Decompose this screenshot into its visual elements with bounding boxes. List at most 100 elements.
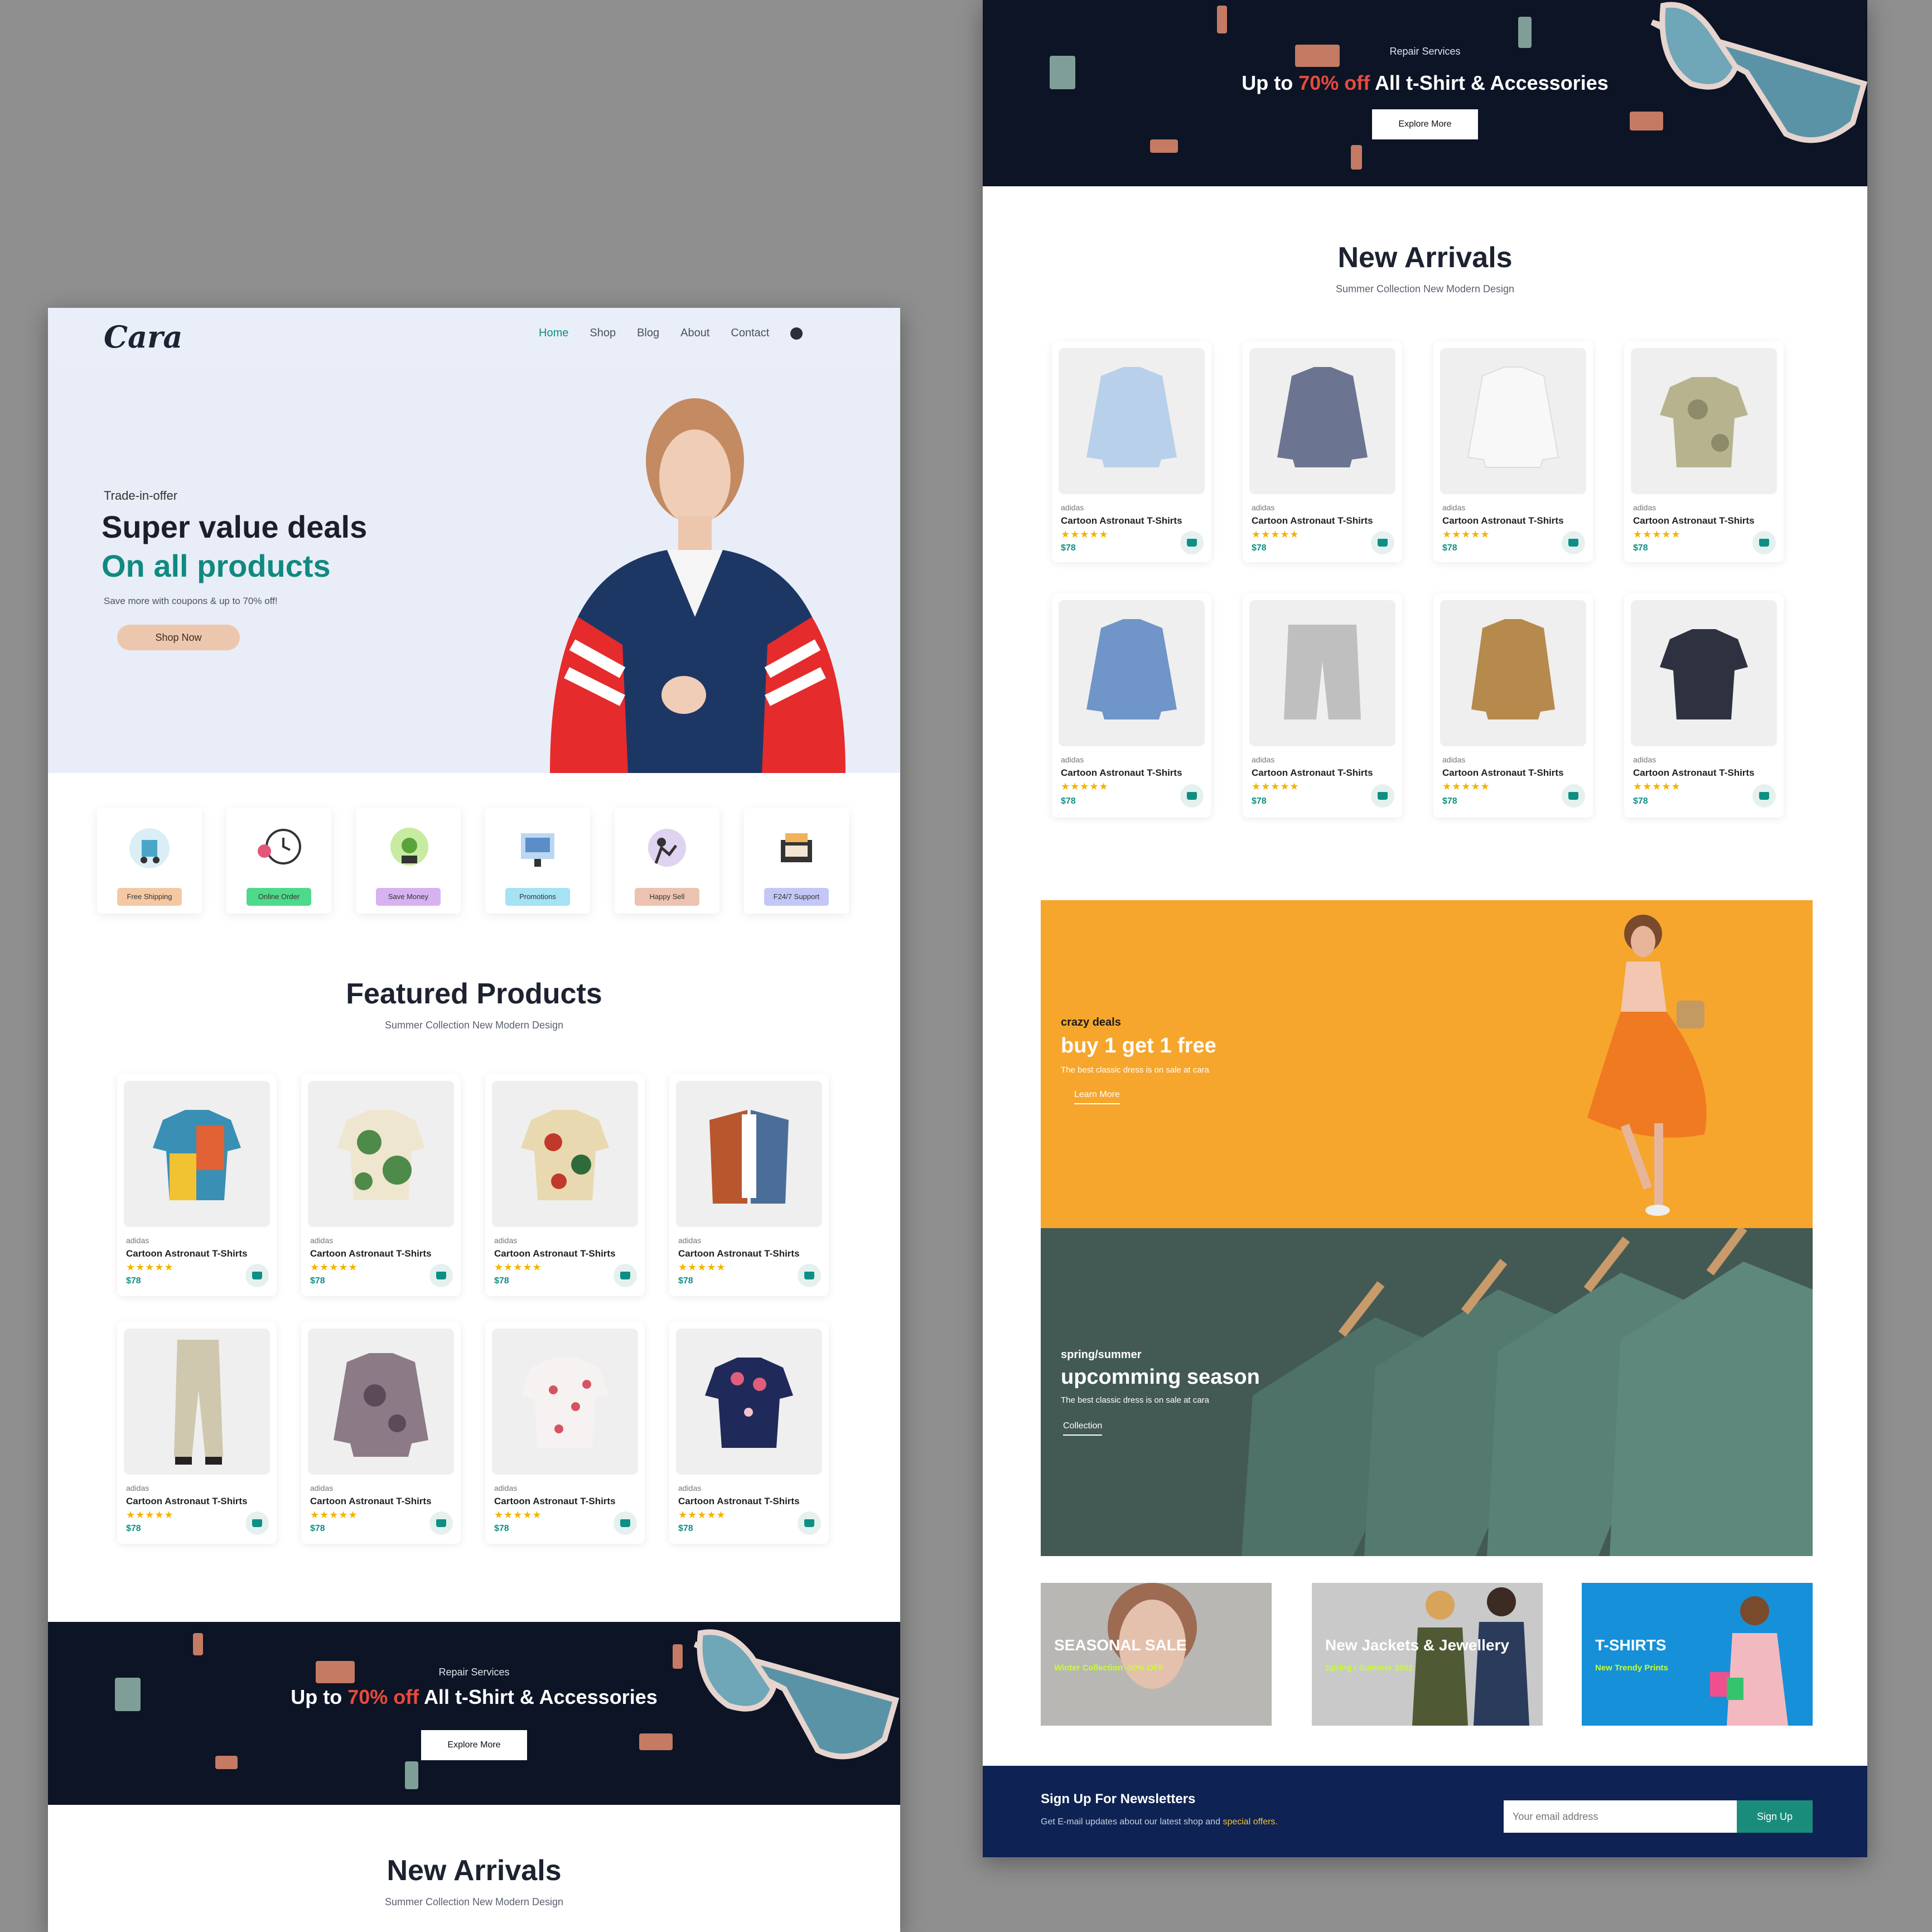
product-price: $78 [1252, 543, 1267, 553]
category-card[interactable]: F24/7 Support [744, 808, 849, 914]
product-rating: ★★★★★ [678, 1262, 726, 1273]
add-to-cart-icon[interactable] [1562, 784, 1585, 808]
add-to-cart-icon[interactable] [1752, 784, 1776, 808]
product-rating: ★★★★★ [310, 1262, 358, 1273]
add-to-cart-icon[interactable] [798, 1511, 821, 1535]
tile-subtitle: Spring / Summer 2022 [1325, 1663, 1413, 1673]
product-brand: adidas [1252, 755, 1275, 764]
learn-more-link[interactable]: Learn More [1074, 1090, 1120, 1104]
hero-eyebrow: Trade-in-offer [104, 489, 178, 503]
product-card[interactable]: adidas Cartoon Astronaut T-Shirts ★★★★★ … [1433, 341, 1593, 562]
category-card[interactable]: Online Order [226, 808, 331, 914]
product-name: Cartoon Astronaut T-Shirts [1442, 515, 1564, 526]
product-card[interactable]: adidas Cartoon Astronaut T-Shirts ★★★★★ … [1243, 341, 1402, 562]
logo[interactable]: Cara [104, 319, 182, 355]
newsletter-email-input[interactable] [1504, 1800, 1737, 1833]
promo-title: buy 1 get 1 free [1061, 1034, 1216, 1057]
product-card[interactable]: adidas Cartoon Astronaut T-Shirts ★★★★★ … [669, 1322, 829, 1544]
product-card[interactable]: adidas Cartoon Astronaut T-Shirts ★★★★★ … [485, 1074, 645, 1296]
product-rating: ★★★★★ [494, 1509, 542, 1520]
cart-icon[interactable] [790, 327, 803, 340]
hero-title: Super value deals [102, 509, 368, 544]
product-brand: adidas [494, 1484, 518, 1493]
product-card[interactable]: adidas Cartoon Astronaut T-Shirts ★★★★★ … [1052, 341, 1211, 562]
product-rating: ★★★★★ [1633, 529, 1681, 540]
product-card[interactable]: adidas Cartoon Astronaut T-Shirts ★★★★★ … [1624, 341, 1784, 562]
product-card[interactable]: adidas Cartoon Astronaut T-Shirts ★★★★★ … [485, 1322, 645, 1544]
product-rating: ★★★★★ [310, 1509, 358, 1520]
product-card[interactable]: adidas Cartoon Astronaut T-Shirts ★★★★★ … [117, 1322, 277, 1544]
promo-eyebrow: spring/summer [1061, 1349, 1142, 1361]
tile-title: New Jackets & Jewellery [1325, 1636, 1509, 1654]
product-card[interactable]: adidas Cartoon Astronaut T-Shirts ★★★★★ … [1624, 593, 1784, 818]
page-preview-right: Repair Services Up to 70% off All t-Shir… [983, 0, 1867, 1857]
category-label: F24/7 Support [764, 888, 829, 906]
product-name: Cartoon Astronaut T-Shirts [1252, 515, 1373, 526]
product-brand: adidas [1633, 503, 1656, 512]
product-name: Cartoon Astronaut T-Shirts [310, 1248, 432, 1259]
add-to-cart-icon[interactable] [798, 1264, 821, 1287]
add-to-cart-icon[interactable] [1180, 531, 1204, 554]
product-card[interactable]: adidas Cartoon Astronaut T-Shirts ★★★★★ … [117, 1074, 277, 1296]
promo-tile-seasonal[interactable]: SEASONAL SALE Winter Collection -50% OFF [1041, 1583, 1272, 1726]
confetti-shape [639, 1733, 673, 1750]
category-card[interactable]: Free Shipping [97, 808, 202, 914]
confetti-shape [193, 1633, 203, 1655]
add-to-cart-icon[interactable] [245, 1264, 269, 1287]
product-image [124, 1329, 270, 1475]
newsletter-subtitle-text: Get E-mail updates about our latest shop… [1041, 1817, 1220, 1827]
banner-headline-prefix: Up to [291, 1685, 342, 1708]
product-card[interactable]: adidas Cartoon Astronaut T-Shirts ★★★★★ … [1243, 593, 1402, 818]
banner-highlight: 70% off [347, 1685, 419, 1708]
category-label: Promotions [505, 888, 570, 906]
product-card[interactable]: adidas Cartoon Astronaut T-Shirts ★★★★★ … [669, 1074, 829, 1296]
category-card[interactable]: Promotions [485, 808, 590, 914]
product-card[interactable]: adidas Cartoon Astronaut T-Shirts ★★★★★ … [301, 1322, 461, 1544]
collection-link[interactable]: Collection [1063, 1421, 1103, 1436]
nav-contact[interactable]: Contact [731, 327, 769, 340]
add-to-cart-icon[interactable] [1371, 531, 1394, 554]
nav-blog[interactable]: Blog [637, 327, 659, 340]
add-to-cart-icon[interactable] [1371, 784, 1394, 808]
explore-more-button[interactable]: Explore More [421, 1730, 527, 1760]
tile-subtitle: New Trendy Prints [1595, 1663, 1668, 1673]
product-brand: adidas [1442, 755, 1466, 764]
sign-up-button[interactable]: Sign Up [1737, 1800, 1813, 1833]
product-card[interactable]: adidas Cartoon Astronaut T-Shirts ★★★★★ … [301, 1074, 461, 1296]
product-card[interactable]: adidas Cartoon Astronaut T-Shirts ★★★★★ … [1052, 593, 1211, 818]
banner-headline-prefix: Up to [1242, 71, 1293, 94]
promotions-icon [521, 833, 554, 867]
promo-tile-jackets[interactable]: New Jackets & Jewellery Spring / Summer … [1312, 1583, 1543, 1726]
page-preview-left: Cara Home Shop Blog About Contact Trade-… [48, 308, 900, 1932]
nav-home[interactable]: Home [539, 327, 568, 340]
product-rating: ★★★★★ [126, 1509, 174, 1520]
explore-more-button[interactable]: Explore More [1372, 109, 1478, 139]
product-name: Cartoon Astronaut T-Shirts [1633, 767, 1755, 778]
promo-tile-tshirts[interactable]: T-SHIRTS New Trendy Prints [1582, 1583, 1813, 1726]
product-brand: adidas [1633, 755, 1656, 764]
add-to-cart-icon[interactable] [245, 1511, 269, 1535]
product-rating: ★★★★★ [1252, 781, 1300, 792]
nav-shop[interactable]: Shop [590, 327, 616, 340]
add-to-cart-icon[interactable] [1180, 784, 1204, 808]
product-price: $78 [1633, 796, 1648, 806]
promo-banner-season: spring/summer upcomming season The best … [1041, 1228, 1813, 1556]
add-to-cart-icon[interactable] [429, 1511, 453, 1535]
product-brand: adidas [1442, 503, 1466, 512]
category-card[interactable]: Happy Sell [615, 808, 719, 914]
add-to-cart-icon[interactable] [429, 1264, 453, 1287]
product-price: $78 [1061, 543, 1076, 553]
hero-subtitle: Save more with coupons & up to 70% off! [104, 596, 278, 606]
add-to-cart-icon[interactable] [1752, 531, 1776, 554]
add-to-cart-icon[interactable] [614, 1511, 637, 1535]
newsletter-title: Sign Up For Newsletters [1041, 1791, 1196, 1807]
banner-eyebrow: Repair Services [1389, 46, 1461, 57]
add-to-cart-icon[interactable] [1562, 531, 1585, 554]
newsletter-highlight: special offers. [1223, 1817, 1278, 1827]
category-card[interactable]: Save Money [356, 808, 461, 914]
model-portrait-image [1108, 1583, 1197, 1689]
shop-now-button[interactable]: Shop Now [117, 625, 240, 650]
nav-about[interactable]: About [680, 327, 709, 340]
product-card[interactable]: adidas Cartoon Astronaut T-Shirts ★★★★★ … [1433, 593, 1593, 818]
add-to-cart-icon[interactable] [614, 1264, 637, 1287]
